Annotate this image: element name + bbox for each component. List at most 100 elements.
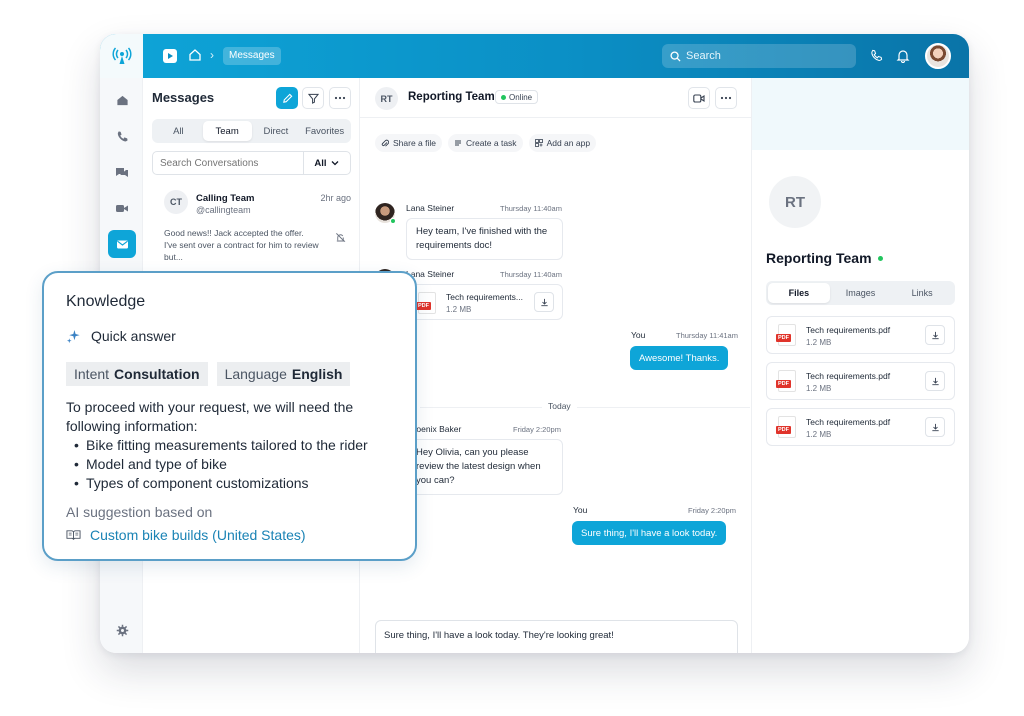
quick-answer-label: Quick answer (91, 328, 176, 344)
pdf-file-icon: PDF (776, 324, 796, 346)
broadcast-logo-icon[interactable] (100, 34, 143, 78)
tab-favorites[interactable]: Favorites (300, 121, 349, 141)
online-dot-icon (877, 255, 883, 261)
nav-mail-icon[interactable] (108, 230, 136, 258)
tab-links[interactable]: Links (891, 283, 953, 303)
status-text: Online (509, 92, 533, 102)
nav-home-icon[interactable] (108, 86, 136, 114)
more-options-button[interactable] (329, 87, 351, 109)
knowledge-source-link[interactable]: Custom bike builds (United States) (66, 527, 306, 543)
top-bar: › Messages (100, 34, 969, 78)
file-name: Tech requirements... (446, 292, 524, 302)
phone-icon[interactable] (870, 49, 883, 67)
apps-icon (534, 139, 543, 147)
intent-value: Consultation (114, 366, 200, 382)
home-icon[interactable] (188, 48, 202, 67)
chat-title: Reporting Team (408, 91, 495, 103)
conversation-search: All (152, 151, 351, 175)
download-icon[interactable] (925, 417, 945, 437)
answer-list-item: Model and type of bike (66, 455, 406, 474)
language-label: Language (224, 366, 287, 382)
message-time: Thursday 11:40am (500, 270, 562, 279)
breadcrumb-current[interactable]: Messages (223, 47, 281, 65)
answer-intro: To proceed with your request, we will ne… (66, 399, 354, 434)
file-card[interactable]: PDF Tech requirements.pdf 1.2 MB (766, 408, 955, 446)
play-square-icon[interactable] (163, 49, 177, 63)
message-bubble-outgoing: Sure thing, I'll have a look today. (572, 521, 727, 545)
share-file-button[interactable]: Share a file (375, 134, 442, 152)
conversation-handle: @callingteam (196, 205, 251, 215)
file-size: 1.2 MB (446, 305, 472, 314)
suggestion-basis: AI suggestion based on (66, 504, 213, 520)
global-search[interactable] (662, 44, 856, 68)
bell-icon[interactable] (896, 48, 910, 68)
sender-avatar (375, 203, 396, 224)
intent-tag: Intent Consultation (66, 362, 208, 386)
quick-answer-heading: Quick answer (66, 328, 176, 344)
language-tag: Language English (216, 362, 351, 386)
download-icon[interactable] (925, 325, 945, 345)
tab-images[interactable]: Images (830, 283, 892, 303)
add-app-button[interactable]: Add an app (528, 134, 597, 152)
compose-button[interactable] (276, 87, 298, 109)
tab-team[interactable]: Team (202, 121, 252, 141)
settings-gear-icon[interactable] (108, 616, 136, 644)
search-input[interactable] (686, 50, 836, 62)
media-tabs: Files Images Links (766, 281, 955, 305)
knowledge-title: Knowledge (66, 293, 146, 310)
answer-list-item: Bike fitting measurements tailored to th… (66, 436, 406, 455)
create-task-button[interactable]: Create a task (448, 134, 523, 152)
filter-button[interactable] (302, 87, 324, 109)
filter-value: All (314, 157, 327, 169)
conversation-avatar: CT (164, 190, 188, 214)
book-icon (66, 530, 81, 540)
video-icon (693, 93, 705, 103)
tab-files[interactable]: Files (768, 283, 830, 303)
share-file-label: Share a file (393, 138, 436, 148)
file-size: 1.2 MB (806, 430, 832, 439)
conversation-tabs: All Team Direct Favorites (152, 119, 351, 143)
nav-chat-icon[interactable] (108, 158, 136, 186)
video-call-button[interactable] (688, 87, 710, 109)
message-time: Friday 2:20pm (513, 425, 561, 434)
answer-list-item: Types of component customizations (66, 474, 406, 493)
download-icon[interactable] (925, 371, 945, 391)
chat-more-button[interactable] (715, 87, 737, 109)
file-card[interactable]: PDF Tech requirements.pdf 1.2 MB (766, 316, 955, 354)
conversation-search-input[interactable] (153, 157, 303, 169)
message-sender: Lana Steiner (406, 203, 455, 213)
message-bubble: Hey Olivia, can you please review the la… (406, 439, 563, 495)
composer-input[interactable]: Sure thing, I'll have a look today. They… (384, 630, 614, 641)
file-card[interactable]: PDF Tech requirements.pdf 1.2 MB (766, 362, 955, 400)
status-badge: Online (495, 90, 539, 104)
team-name-text: Reporting Team (766, 250, 872, 266)
online-dot-icon (501, 94, 506, 100)
message-composer[interactable]: Sure thing, I'll have a look today. They… (375, 620, 738, 653)
conversation-time: 2hr ago (320, 193, 351, 203)
message-time: Thursday 11:40am (500, 204, 562, 213)
add-app-label: Add an app (546, 138, 591, 148)
message-sender: You (573, 505, 588, 515)
ellipsis-icon (720, 96, 732, 100)
file-attachment[interactable]: PDF Tech requirements... 1.2 MB (406, 284, 563, 320)
list-item[interactable]: CT Calling Team @callingteam 2hr ago Goo… (152, 184, 351, 264)
download-icon[interactable] (534, 292, 554, 312)
message-time: Thursday 11:41am (676, 331, 738, 340)
search-icon (670, 50, 681, 62)
filter-icon (307, 93, 319, 104)
chat-pane: RT Reporting Team Online Share a file Cr… (360, 78, 751, 653)
ellipsis-icon (334, 96, 346, 100)
tab-all[interactable]: All (154, 121, 203, 141)
knowledge-source-text[interactable]: Custom bike builds (United States) (90, 527, 306, 543)
tab-direct[interactable]: Direct (252, 121, 301, 141)
nav-video-icon[interactable] (108, 194, 136, 222)
conversation-filter-select[interactable]: All (303, 152, 349, 174)
task-icon (455, 140, 461, 146)
details-pane: RT Reporting Team Files Images Links PDF… (751, 78, 969, 653)
nav-phone-icon[interactable] (108, 122, 136, 150)
team-name: Reporting Team (766, 250, 883, 266)
user-avatar[interactable] (925, 43, 951, 69)
bell-off-icon[interactable] (335, 230, 346, 248)
chat-header: RT Reporting Team Online (360, 78, 751, 118)
date-divider-label: Today (542, 401, 577, 411)
